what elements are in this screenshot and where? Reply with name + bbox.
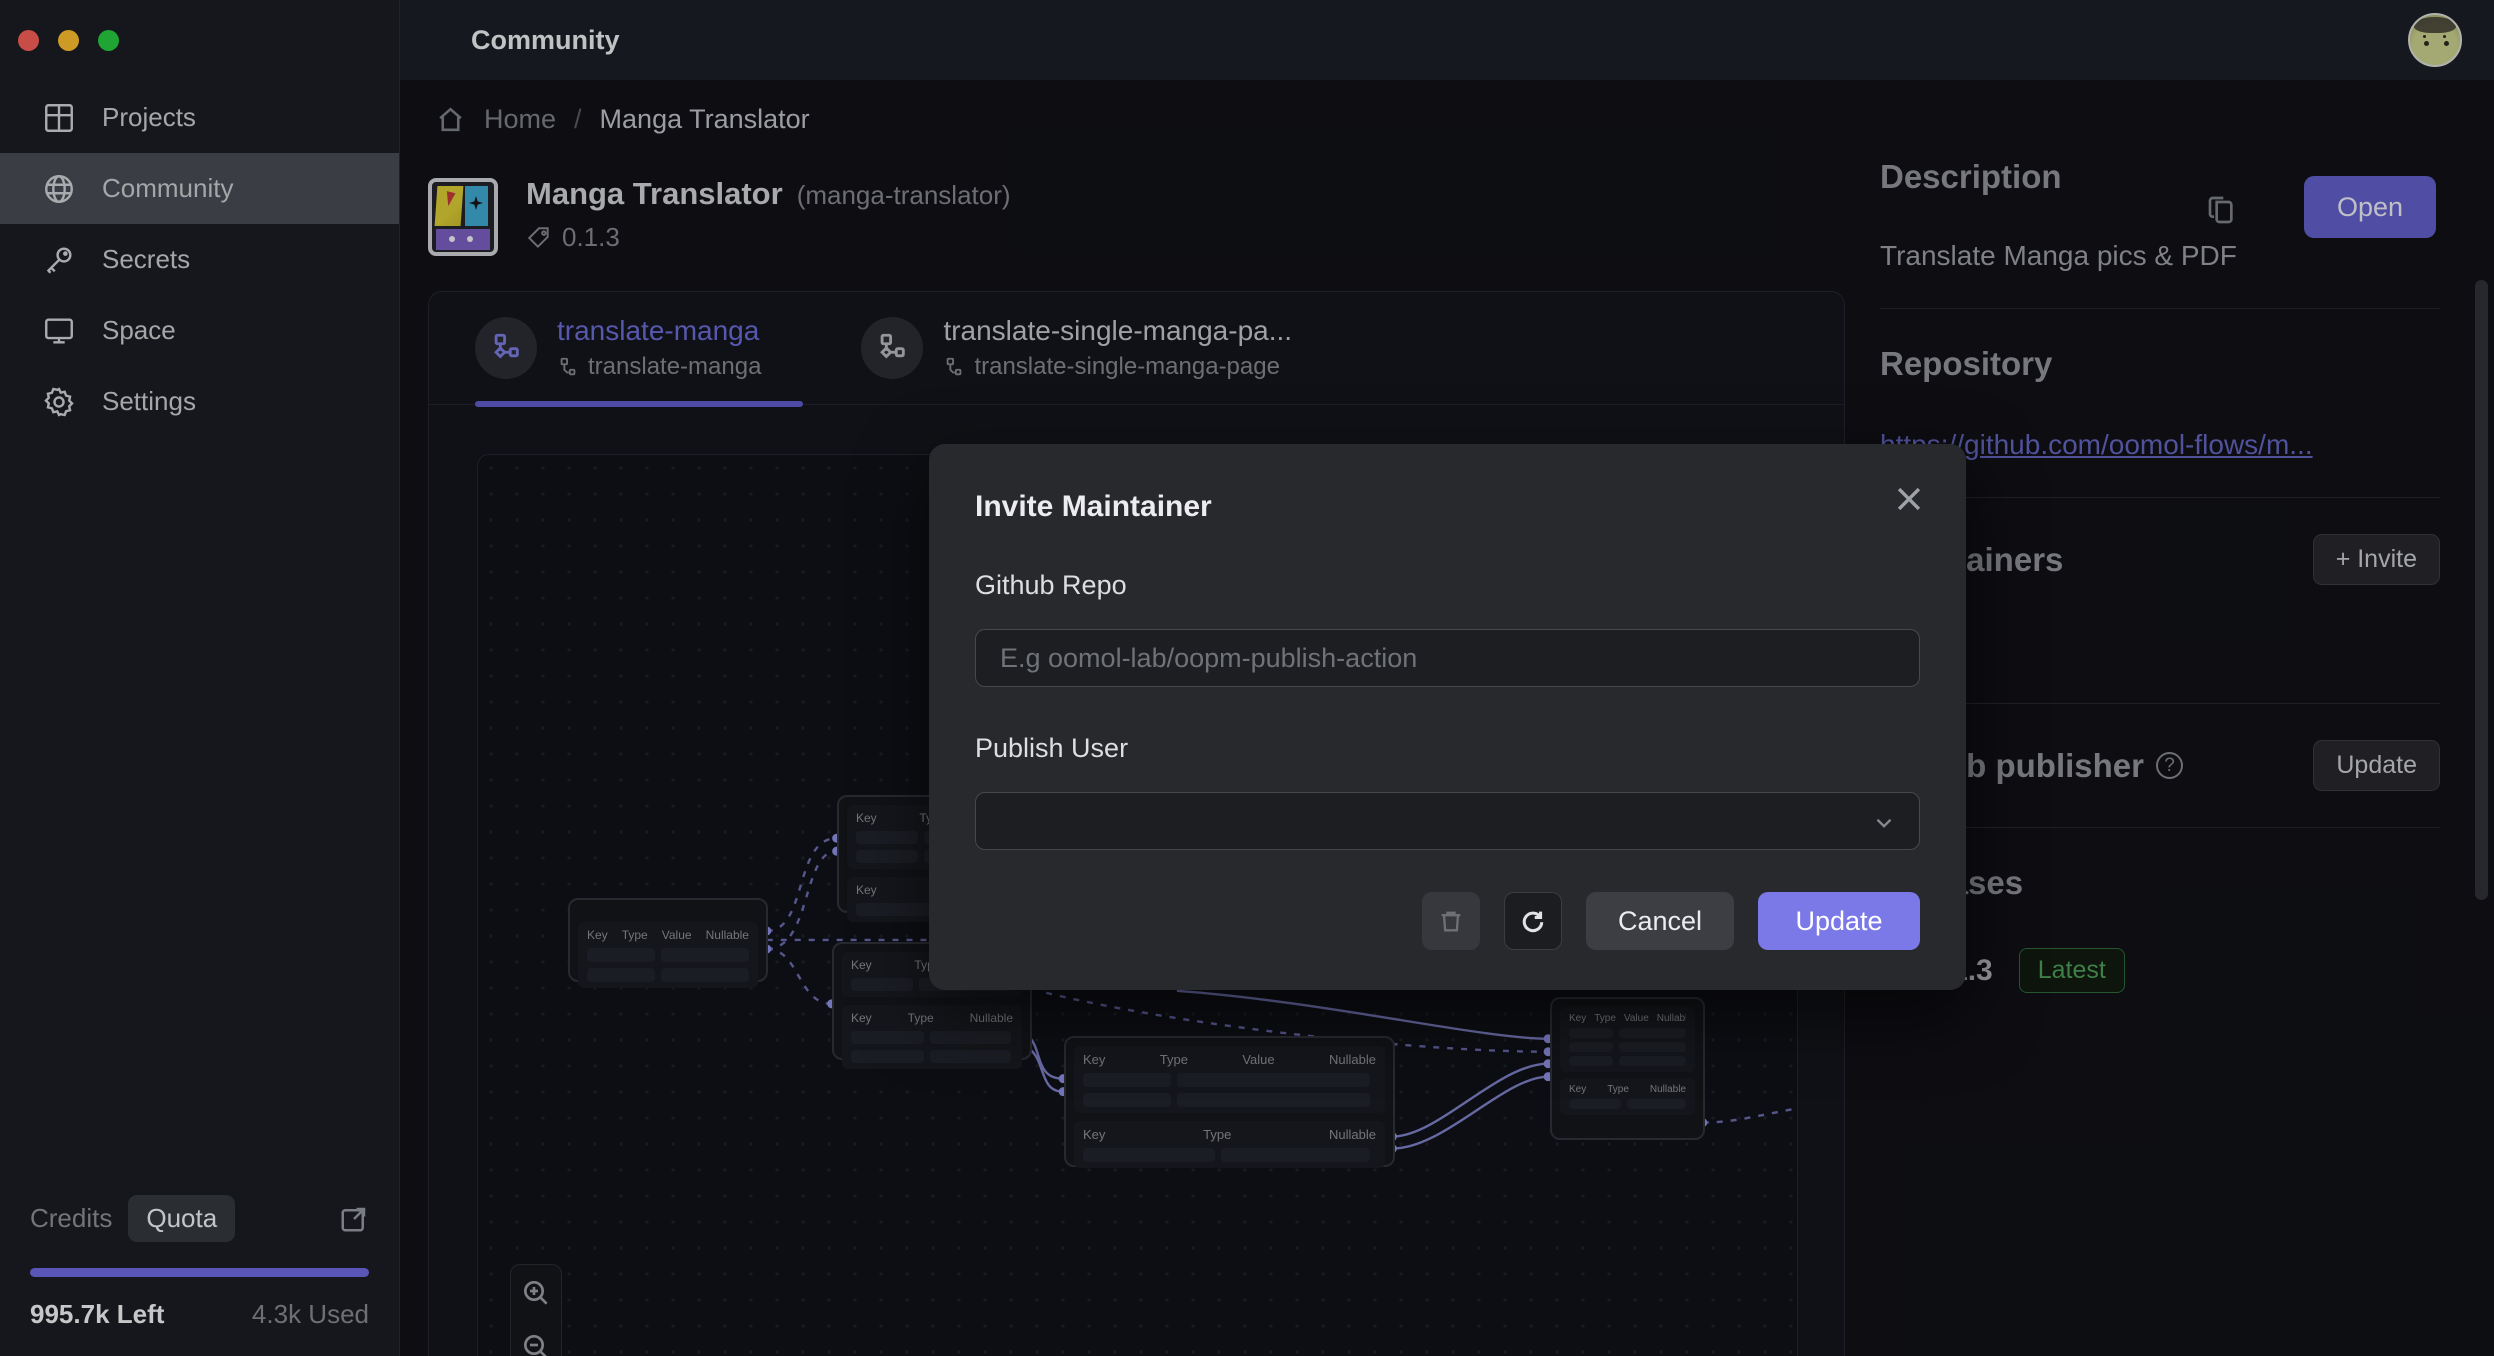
- refresh-button[interactable]: [1504, 892, 1562, 950]
- publish-user-select[interactable]: [975, 792, 1920, 850]
- chevron-down-icon: [1871, 810, 1897, 836]
- dialog-title: Invite Maintainer: [975, 490, 1920, 524]
- trash-icon: [1437, 907, 1465, 935]
- refresh-icon: [1519, 907, 1547, 935]
- publish-user-label: Publish User: [975, 733, 1920, 764]
- close-icon[interactable]: [1892, 482, 1926, 516]
- delete-button[interactable]: [1422, 892, 1480, 950]
- app-window: Projects Community Secrets Space Setting…: [0, 0, 2494, 1356]
- github-repo-input[interactable]: [975, 629, 1920, 687]
- cancel-button[interactable]: Cancel: [1586, 892, 1734, 950]
- github-repo-label: Github Repo: [975, 570, 1920, 601]
- update-button[interactable]: Update: [1758, 892, 1920, 950]
- invite-maintainer-dialog: Invite Maintainer Github Repo Publish Us…: [929, 444, 1966, 990]
